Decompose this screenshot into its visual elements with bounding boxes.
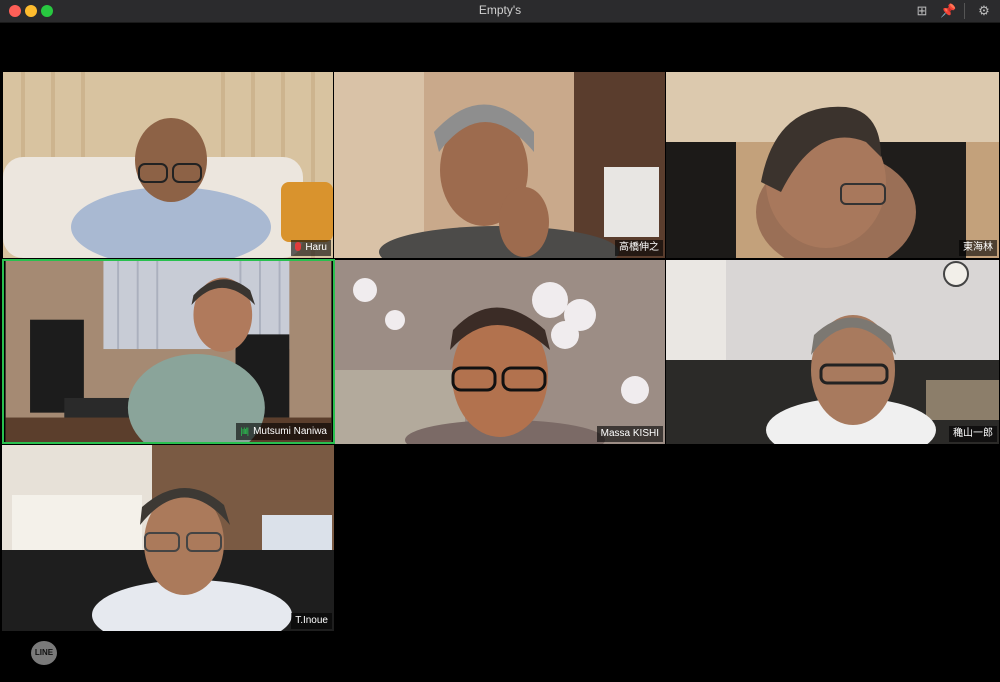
toolbar-divider — [964, 3, 965, 19]
video-tile-akiyama[interactable]: 穐山一郎 — [666, 260, 999, 444]
video-tile-inoue[interactable]: T.Inoue — [2, 445, 334, 631]
video-frame — [334, 72, 665, 258]
video-frame — [3, 72, 333, 258]
video-tile-naniwa[interactable]: |ılıl| Mutsumi Naniwa — [2, 259, 335, 444]
participant-name: Mutsumi Naniwa — [253, 426, 327, 437]
gear-icon[interactable]: ⚙ — [976, 3, 992, 19]
video-frame — [666, 72, 999, 258]
window-title: Empty's — [478, 3, 522, 17]
participant-name-label: 東海林 — [959, 240, 997, 256]
grid-layout-icon[interactable]: ⊞ — [914, 3, 930, 19]
video-frame — [2, 445, 334, 631]
video-tile-haru[interactable]: Haru — [3, 72, 333, 258]
participant-name-label: |ılıl| Mutsumi Naniwa — [236, 423, 331, 440]
participant-name: Haru — [305, 242, 327, 253]
video-tile-shoji[interactable]: 東海林 — [666, 72, 999, 258]
participant-name-label: 高橋伸之 — [615, 240, 663, 256]
video-call-window: Empty's ⊞ 📌 ⚙ Haru 高橋伸之 東海林 |ılıl| Mutsu… — [0, 0, 1000, 682]
muted-mic-icon — [295, 242, 302, 251]
participant-name-label: 穐山一郎 — [949, 426, 997, 442]
video-tile-takahashi[interactable]: 高橋伸之 — [334, 72, 665, 258]
pin-icon[interactable]: 📌 — [940, 3, 956, 19]
video-frame — [666, 260, 999, 444]
title-bar: Empty's ⊞ 📌 ⚙ — [0, 0, 1000, 23]
participant-name-label: Massa KISHI — [596, 426, 663, 442]
participant-name-label: T.Inoue — [291, 613, 332, 629]
video-tile-kishi[interactable]: Massa KISHI — [335, 260, 665, 444]
speaking-indicator-icon: |ılıl| — [240, 426, 249, 436]
video-frame — [5, 261, 332, 442]
participant-name-label: Haru — [291, 240, 331, 256]
video-frame — [335, 260, 665, 444]
line-watermark-logo: LINE — [31, 641, 57, 665]
